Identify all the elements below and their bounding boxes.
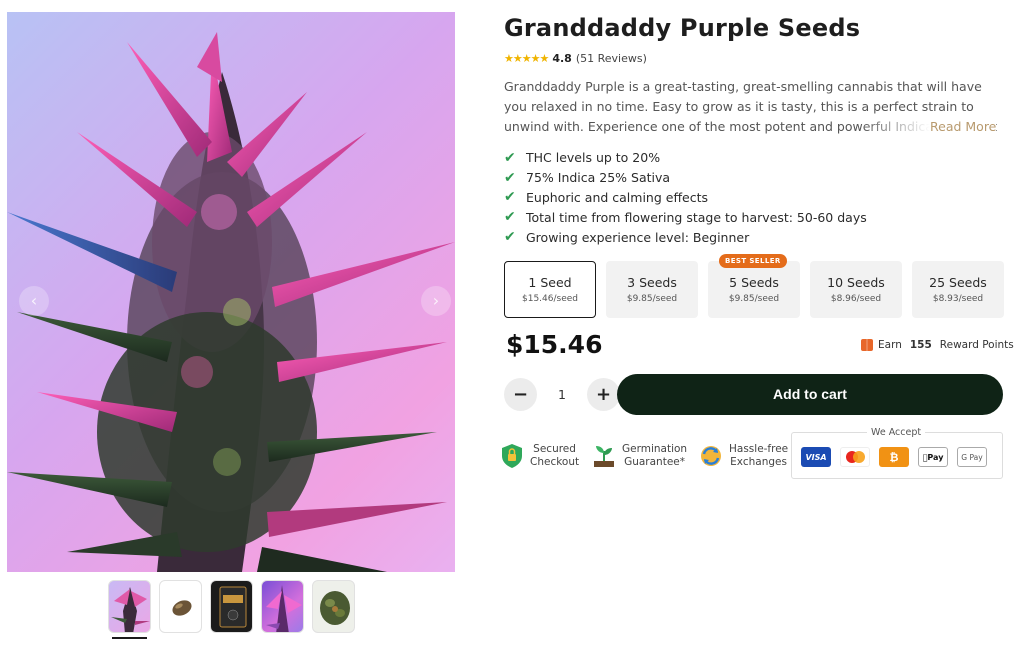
- product-main-image[interactable]: ‹ ›: [7, 12, 455, 572]
- trust-line: Checkout: [530, 456, 580, 468]
- hassle-free-exchanges-text: Hassle-free Exchanges: [729, 443, 788, 469]
- we-accept-label: We Accept: [867, 427, 926, 438]
- product-title: Granddaddy Purple Seeds: [504, 14, 861, 42]
- secured-checkout-badge: Secured Checkout: [500, 443, 579, 469]
- gallery-next-button[interactable]: ›: [421, 286, 451, 316]
- trust-line: Hassle-free: [729, 443, 789, 455]
- thumbnail-5-wrapper: [312, 580, 355, 639]
- option-price: $9.85/seed: [626, 294, 678, 304]
- option-10-seeds[interactable]: 10 Seeds $8.96/seed: [810, 261, 902, 318]
- trust-line: Secured: [533, 443, 576, 455]
- feature-item: ✔ Total time from flowering stage to harv…: [504, 207, 867, 227]
- google-pay-icon: G Pay: [957, 447, 987, 467]
- payment-methods: VISA ₿ Pay G Pay: [801, 447, 987, 467]
- reward-prefix: Earn: [878, 339, 902, 351]
- thumbnail-plant-icon: [111, 587, 150, 632]
- germination-guarantee-badge: Germination Guarantee*: [592, 443, 687, 469]
- shield-lock-icon: [502, 444, 522, 468]
- bitcoin-icon: ₿: [879, 447, 909, 467]
- reward-suffix: Reward Points: [939, 339, 1014, 351]
- option-name: 5 Seeds: [729, 275, 779, 290]
- feature-item: ✔ Growing experience level: Beginner: [504, 227, 867, 247]
- seed-icon: [172, 600, 192, 616]
- cannabis-plant-illustration: [7, 32, 455, 572]
- product-price: $15.46: [506, 330, 603, 359]
- trust-line: Germination: [622, 443, 688, 455]
- visa-icon: VISA: [801, 447, 831, 467]
- thumbnail-4-wrapper: [261, 580, 304, 639]
- thumbnail-purple-plant-icon: [266, 585, 302, 632]
- option-name: 25 Seeds: [929, 275, 987, 290]
- check-icon: ✔: [504, 149, 516, 166]
- germination-guarantee-text: Germination Guarantee*: [622, 443, 687, 469]
- thumbnail-1-wrapper: [108, 580, 151, 639]
- feature-item: ✔ Euphoric and calming effects: [504, 188, 867, 208]
- feature-item: ✔ THC levels up to 20%: [504, 148, 867, 168]
- thumbnail-strip: [108, 580, 355, 639]
- option-price: $8.96/seed: [830, 294, 882, 304]
- quantity-increase-button[interactable]: +: [587, 378, 620, 411]
- bud-icon: [320, 591, 350, 625]
- thumbnail-3-wrapper: [210, 580, 253, 639]
- best-seller-badge: BEST SELLER: [719, 254, 787, 268]
- check-icon: ✔: [504, 209, 516, 226]
- exchange-arrows-icon: [701, 446, 721, 466]
- option-25-seeds[interactable]: 25 Seeds $8.93/seed: [912, 261, 1004, 318]
- check-icon: ✔: [504, 169, 516, 186]
- secured-checkout-text: Secured Checkout: [530, 443, 579, 469]
- feature-item: ✔ 75% Indica 25% Sativa: [504, 168, 867, 188]
- trust-line: Guarantee*: [624, 456, 685, 468]
- option-3-seeds[interactable]: 3 Seeds $9.85/seed: [606, 261, 698, 318]
- thumbnail-1[interactable]: [108, 580, 151, 633]
- feature-text: Total time from flowering stage to harve…: [526, 209, 867, 225]
- rating[interactable]: ★★★★★ 4.8 (51 Reviews): [504, 52, 647, 65]
- seed-pack-icon: [219, 586, 247, 628]
- thumbnail-2-wrapper: [159, 580, 202, 639]
- gallery-prev-button[interactable]: ‹: [19, 286, 49, 316]
- mastercard-icon: [840, 447, 870, 467]
- reward-points-value: 155: [909, 339, 932, 351]
- option-price: $9.85/seed: [728, 294, 780, 304]
- option-5-seeds[interactable]: BEST SELLER 5 Seeds $9.85/seed: [708, 254, 800, 318]
- thumbnail-3[interactable]: [210, 580, 253, 633]
- read-more-link[interactable]: Read More: [930, 117, 997, 137]
- feature-text: Growing experience level: Beginner: [526, 229, 750, 245]
- rating-score: 4.8: [552, 52, 572, 65]
- option-name: 1 Seed: [528, 275, 572, 290]
- option-name: 10 Seeds: [827, 275, 885, 290]
- thumbnail-4[interactable]: [261, 580, 304, 633]
- we-accept-box: We Accept VISA ₿ Pay G Pay: [791, 427, 1003, 479]
- option-price: $15.46/seed: [522, 294, 578, 304]
- thumbnail-2[interactable]: [159, 580, 202, 633]
- description-fade: [860, 117, 930, 137]
- option-name: 3 Seeds: [627, 275, 677, 290]
- trust-line: Exchanges: [730, 456, 787, 468]
- apple-pay-icon: Pay: [918, 447, 948, 467]
- feature-text: THC levels up to 20%: [526, 150, 661, 166]
- apple-pay-text: Pay: [924, 452, 943, 462]
- feature-text: 75% Indica 25% Sativa: [526, 170, 671, 186]
- hassle-free-exchanges-badge: Hassle-free Exchanges: [699, 443, 788, 469]
- rating-stars-icon: ★★★★★: [504, 52, 549, 65]
- feature-list: ✔ THC levels up to 20% ✔ 75% Indica 25% Sa…: [504, 148, 867, 247]
- quantity-decrease-button[interactable]: −: [504, 378, 537, 411]
- gift-icon: [861, 339, 873, 351]
- reviews-count-link[interactable]: (51 Reviews): [576, 52, 647, 65]
- add-to-cart-button[interactable]: Add to cart: [617, 374, 1003, 415]
- feature-text: Euphoric and calming effects: [526, 189, 709, 205]
- quantity-input[interactable]: 1: [537, 387, 587, 402]
- pack-size-options: 1 Seed $15.46/seed 3 Seeds $9.85/seed BE…: [504, 254, 1004, 318]
- reward-points: Earn 155 Reward Points: [861, 339, 1014, 351]
- quantity-stepper: − 1 +: [504, 378, 620, 411]
- sprout-icon: [594, 446, 614, 467]
- option-price: $8.93/seed: [932, 294, 984, 304]
- option-1-seed[interactable]: 1 Seed $15.46/seed: [504, 261, 596, 318]
- thumbnail-5[interactable]: [312, 580, 355, 633]
- mastercard-orange-circle: [853, 451, 865, 463]
- check-icon: ✔: [504, 229, 516, 246]
- check-icon: ✔: [504, 189, 516, 206]
